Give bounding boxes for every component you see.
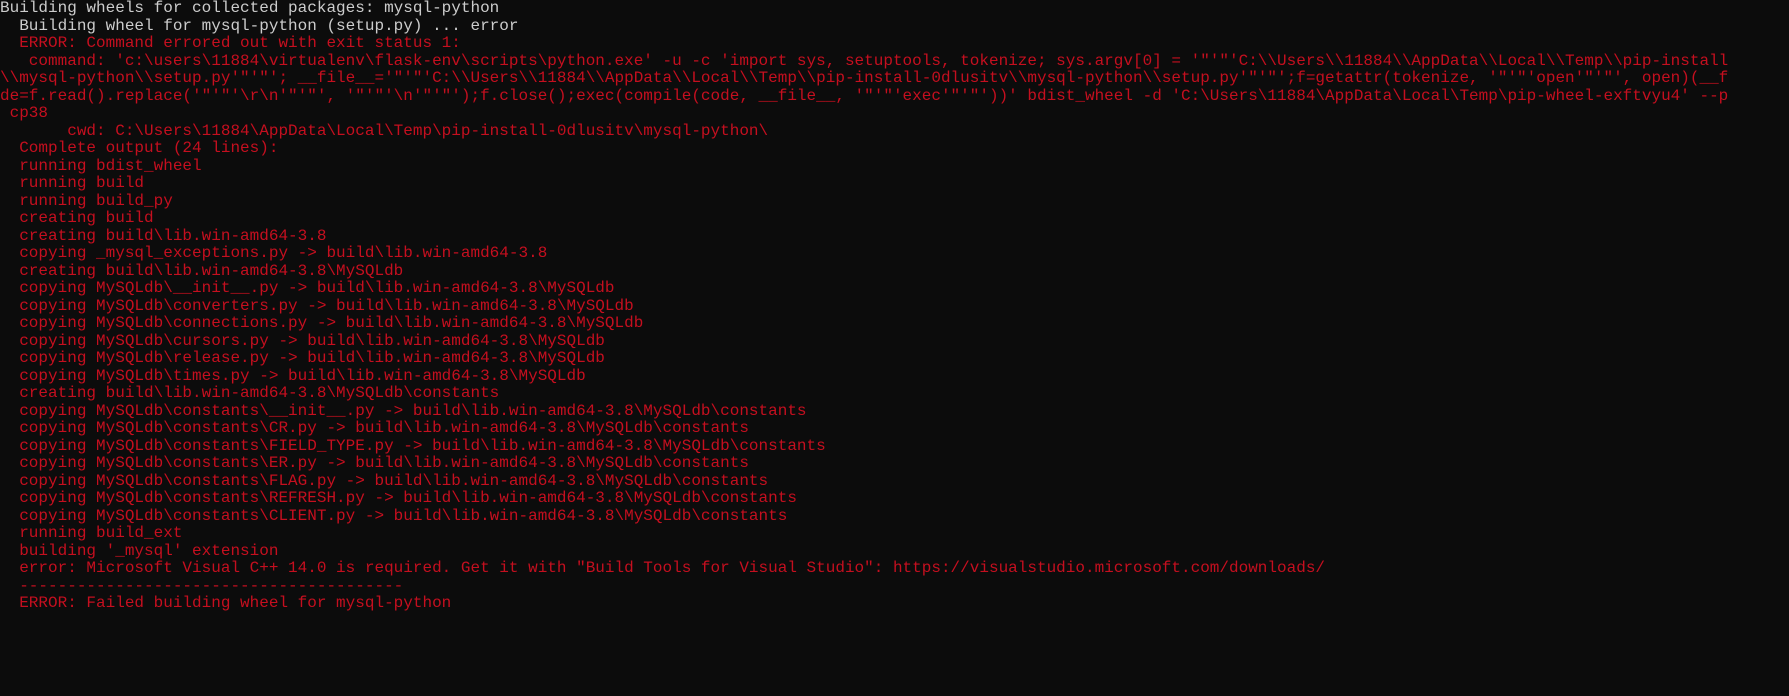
terminal-line: copying MySQLdb\constants\__init__.py ->…	[0, 403, 1789, 421]
terminal-line: error: Microsoft Visual C++ 14.0 is requ…	[0, 560, 1789, 578]
terminal-line: running build_py	[0, 193, 1789, 211]
terminal-line: running build	[0, 175, 1789, 193]
terminal-line: copying MySQLdb\__init__.py -> build\lib…	[0, 280, 1789, 298]
terminal-line: copying _mysql_exceptions.py -> build\li…	[0, 245, 1789, 263]
terminal-line: cwd: C:\Users\11884\AppData\Local\Temp\p…	[0, 123, 1789, 141]
terminal-line: copying MySQLdb\converters.py -> build\l…	[0, 298, 1789, 316]
terminal-line: ERROR: Failed building wheel for mysql-p…	[0, 595, 1789, 613]
terminal-line: building '_mysql' extension	[0, 543, 1789, 561]
terminal-line: copying MySQLdb\constants\REFRESH.py -> …	[0, 490, 1789, 508]
terminal-line: copying MySQLdb\constants\CR.py -> build…	[0, 420, 1789, 438]
terminal-line: ----------------------------------------	[0, 578, 1789, 596]
terminal-line: Building wheel for mysql-python (setup.p…	[0, 18, 1789, 36]
terminal-line: copying MySQLdb\times.py -> build\lib.wi…	[0, 368, 1789, 386]
terminal-line: creating build\lib.win-amd64-3.8\MySQLdb…	[0, 385, 1789, 403]
terminal-line: copying MySQLdb\cursors.py -> build\lib.…	[0, 333, 1789, 351]
terminal-line: copying MySQLdb\connections.py -> build\…	[0, 315, 1789, 333]
terminal-output[interactable]: Building wheels for collected packages: …	[0, 0, 1789, 613]
terminal-line: copying MySQLdb\constants\FLAG.py -> bui…	[0, 473, 1789, 491]
terminal-line: running build_ext	[0, 525, 1789, 543]
terminal-line: copying MySQLdb\constants\FIELD_TYPE.py …	[0, 438, 1789, 456]
terminal-line: command: 'c:\users\11884\virtualenv\flas…	[0, 53, 1789, 71]
terminal-line: creating build\lib.win-amd64-3.8\MySQLdb	[0, 263, 1789, 281]
terminal-line: Complete output (24 lines):	[0, 140, 1789, 158]
terminal-line: de=f.read().replace('"'"'\r\n'"'"', '"'"…	[0, 88, 1789, 106]
terminal-line: ERROR: Command errored out with exit sta…	[0, 35, 1789, 53]
terminal-line: copying MySQLdb\release.py -> build\lib.…	[0, 350, 1789, 368]
terminal-line: cp38	[0, 105, 1789, 123]
terminal-line: \\mysql-python\\setup.py'"'"'; __file__=…	[0, 70, 1789, 88]
terminal-line: Building wheels for collected packages: …	[0, 0, 1789, 18]
terminal-line: creating build	[0, 210, 1789, 228]
terminal-line: creating build\lib.win-amd64-3.8	[0, 228, 1789, 246]
terminal-line: running bdist_wheel	[0, 158, 1789, 176]
terminal-line: copying MySQLdb\constants\ER.py -> build…	[0, 455, 1789, 473]
terminal-line: copying MySQLdb\constants\CLIENT.py -> b…	[0, 508, 1789, 526]
